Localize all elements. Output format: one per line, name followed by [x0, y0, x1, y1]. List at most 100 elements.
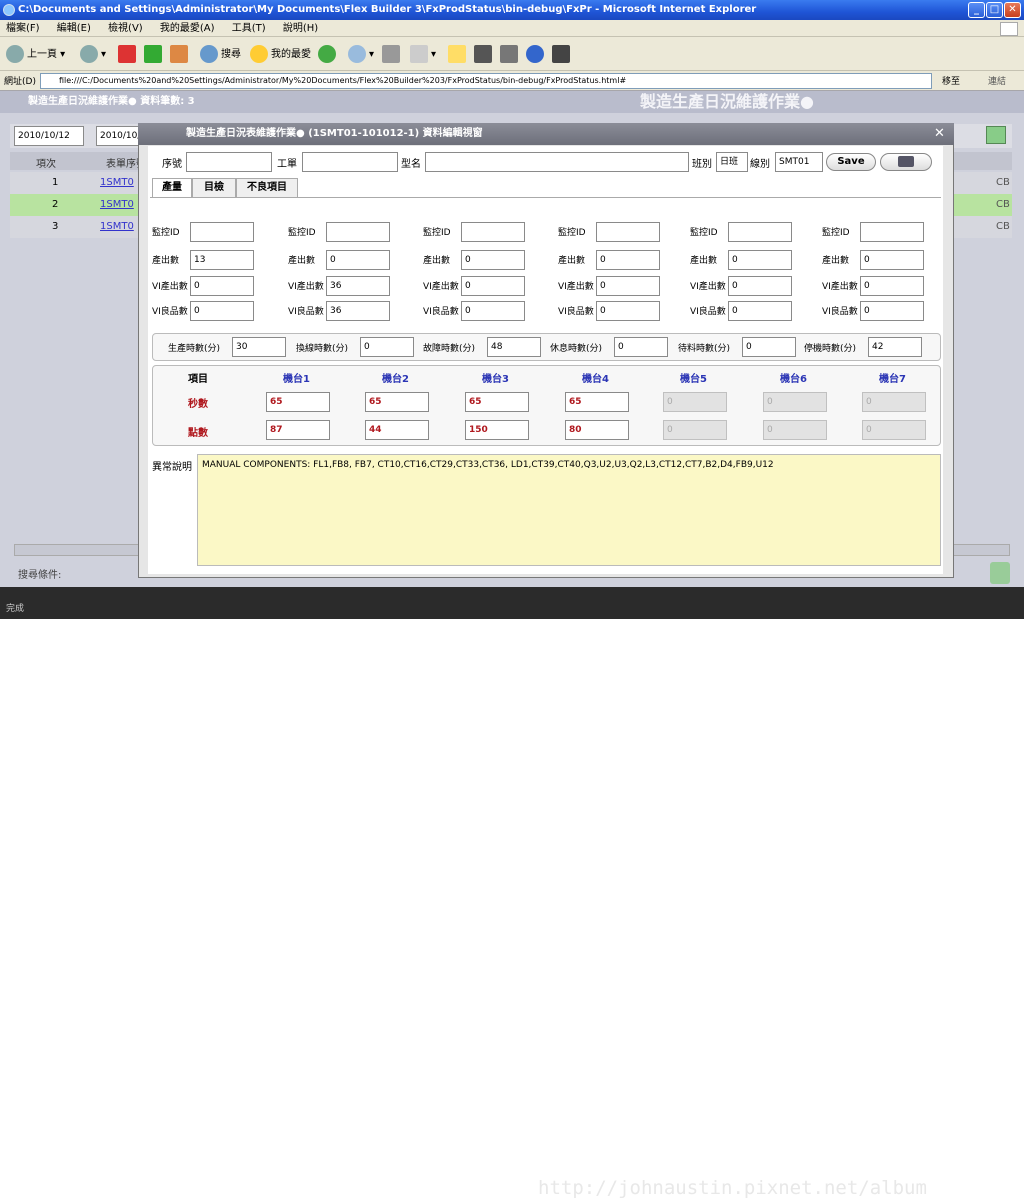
dialog-close-icon[interactable]: ✕	[934, 123, 945, 145]
slot-vi-output-input[interactable]: 0	[728, 276, 792, 296]
history-button[interactable]	[318, 45, 339, 63]
go-button[interactable]: 移至	[942, 74, 960, 87]
hours-input[interactable]: 42	[868, 337, 922, 357]
cube-icon	[990, 562, 1010, 584]
line-input[interactable]: SMT01	[775, 152, 823, 172]
slot-vi-output-input[interactable]: 36	[326, 276, 390, 296]
search-button[interactable]: 搜尋	[200, 45, 241, 63]
background-date-end[interactable]: 2010/10/1	[96, 126, 144, 146]
machine-seconds-input[interactable]: 65	[465, 392, 529, 412]
slot-monitor-input[interactable]	[860, 222, 924, 242]
stop-button[interactable]	[118, 45, 139, 63]
hours-input[interactable]: 0	[360, 337, 414, 357]
close-window-button[interactable]: ✕	[1004, 2, 1021, 18]
save-button[interactable]: Save	[826, 153, 876, 171]
col-seq-header: 項次	[36, 159, 56, 170]
hours-label: 生產時數(分)	[168, 344, 221, 354]
machine-points-input[interactable]: 87	[266, 420, 330, 440]
slot-field-label: VI良品數	[690, 307, 726, 317]
model-input[interactable]	[425, 152, 689, 172]
slot-monitor-input[interactable]	[461, 222, 525, 242]
print-dialog-button[interactable]	[880, 153, 932, 171]
refresh-icon	[144, 45, 162, 63]
hours-input[interactable]: 0	[614, 337, 668, 357]
hours-input[interactable]: 30	[232, 337, 286, 357]
forward-button[interactable]: ▾	[80, 45, 106, 63]
slot-field-label: 監控ID	[690, 228, 718, 238]
note-button[interactable]	[448, 45, 469, 63]
slot-vi-output-input[interactable]: 0	[596, 276, 660, 296]
remark-textarea[interactable]: MANUAL COMPONENTS: FL1,FB8, FB7, CT10,CT…	[197, 454, 941, 566]
maximize-button[interactable]: □	[986, 2, 1003, 18]
slot-monitor-input[interactable]	[190, 222, 254, 242]
tab-defects[interactable]: 不良項目	[236, 178, 298, 197]
slot-vi-good-input[interactable]: 0	[596, 301, 660, 321]
slot-output-input[interactable]: 0	[596, 250, 660, 270]
slot-field-label: VI產出數	[152, 282, 188, 292]
hours-label: 待料時數(分)	[678, 344, 731, 354]
menu-view[interactable]: 檢視(V)	[108, 23, 143, 34]
background-date-start[interactable]: 2010/10/12	[14, 126, 84, 146]
machine-seconds-input[interactable]: 65	[266, 392, 330, 412]
favorites-button[interactable]: 我的最愛	[250, 45, 311, 63]
refresh-button[interactable]	[144, 45, 165, 63]
slot-vi-good-input[interactable]: 0	[190, 301, 254, 321]
minimize-button[interactable]: _	[968, 2, 985, 18]
home-button[interactable]	[170, 45, 191, 63]
slot-output-input[interactable]: 0	[728, 250, 792, 270]
slot-field-label: 監控ID	[558, 228, 586, 238]
slot-output-input[interactable]: 13	[190, 250, 254, 270]
tab-output[interactable]: 產量	[152, 178, 192, 198]
machine-points-input[interactable]: 150	[465, 420, 529, 440]
slot-vi-output-input[interactable]: 0	[461, 276, 525, 296]
machine-name: 機台4	[582, 374, 609, 385]
slot-vi-good-input[interactable]: 0	[860, 301, 924, 321]
seq-label: 序號	[162, 159, 182, 170]
machine-name: 機台2	[382, 374, 409, 385]
machine-points-input[interactable]: 80	[565, 420, 629, 440]
back-button[interactable]: 上一頁 ▾	[6, 45, 65, 63]
shift-input[interactable]: 日班	[716, 152, 748, 172]
hours-input[interactable]: 48	[487, 337, 541, 357]
machine-points-input[interactable]: 44	[365, 420, 429, 440]
stop-icon	[118, 45, 136, 63]
slot-output-input[interactable]: 0	[860, 250, 924, 270]
hours-input[interactable]: 0	[742, 337, 796, 357]
menu-file[interactable]: 檔案(F)	[6, 23, 40, 34]
slot-vi-good-input[interactable]: 0	[728, 301, 792, 321]
slot-field-label: 產出數	[822, 256, 850, 266]
slot-monitor-input[interactable]	[728, 222, 792, 242]
machine-seconds-input[interactable]: 65	[565, 392, 629, 412]
slot-vi-good-input[interactable]: 36	[326, 301, 390, 321]
k-button[interactable]	[474, 45, 495, 63]
messenger-button[interactable]	[552, 45, 573, 63]
bluetooth-button[interactable]	[526, 45, 547, 63]
links-label[interactable]: 連結	[988, 74, 1006, 87]
slot-output-input[interactable]: 0	[461, 250, 525, 270]
address-input[interactable]: file:///C:/Documents%20and%20Settings/Ad…	[40, 73, 932, 89]
slot-monitor-input[interactable]	[596, 222, 660, 242]
mail-button[interactable]: ▾	[348, 45, 374, 63]
word-icon	[410, 45, 428, 63]
search-icon	[200, 45, 218, 63]
excel-export-icon[interactable]	[986, 126, 1006, 144]
menu-favorites[interactable]: 我的最愛(A)	[160, 23, 215, 34]
print-button[interactable]	[382, 45, 403, 63]
slot-field-label: 監控ID	[288, 228, 316, 238]
research-button[interactable]	[500, 45, 521, 63]
slot-field-label: 監控ID	[822, 228, 850, 238]
menu-tools[interactable]: 工具(T)	[232, 23, 266, 34]
slot-output-input[interactable]: 0	[326, 250, 390, 270]
slot-vi-output-input[interactable]: 0	[860, 276, 924, 296]
slot-vi-good-input[interactable]: 0	[461, 301, 525, 321]
menu-edit[interactable]: 編輯(E)	[57, 23, 91, 34]
seq-input[interactable]	[186, 152, 272, 172]
edit-button[interactable]: ▾	[410, 45, 436, 63]
slot-monitor-input[interactable]	[326, 222, 390, 242]
slot-vi-output-input[interactable]: 0	[190, 276, 254, 296]
menu-help[interactable]: 說明(H)	[283, 23, 318, 34]
tab-inspection[interactable]: 目檢	[192, 178, 236, 197]
slot-field-label: VI良品數	[152, 307, 188, 317]
order-input[interactable]	[302, 152, 398, 172]
machine-seconds-input[interactable]: 65	[365, 392, 429, 412]
